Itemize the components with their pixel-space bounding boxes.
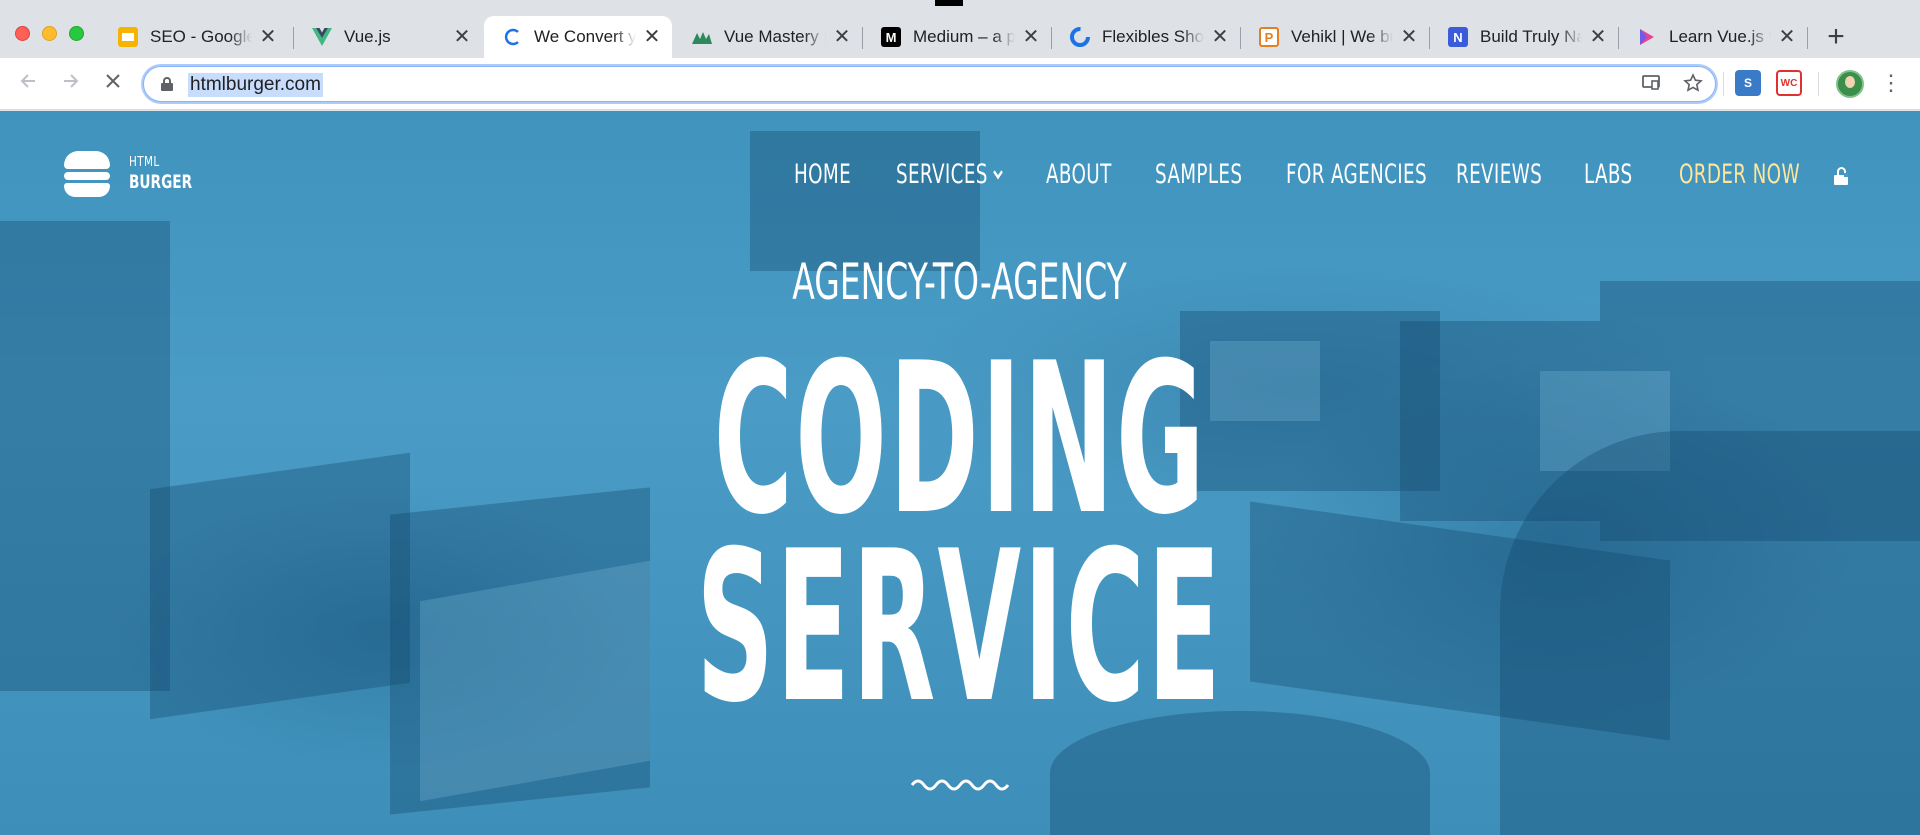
htmlburger-logo[interactable]: HTML BURGER	[64, 151, 194, 201]
hero-section: HTML BURGER HOME SERVICES ABOUT SAMPLES …	[0, 111, 1920, 835]
extension-wc-icon[interactable]: WC	[1776, 70, 1802, 96]
extension-s-icon[interactable]: S	[1735, 70, 1761, 96]
nav-home[interactable]: HOME	[794, 159, 851, 190]
stop-loading-button[interactable]	[99, 70, 127, 98]
tab-title: Build Truly Na	[1480, 27, 1582, 46]
toolbar-divider	[1723, 72, 1724, 96]
scroll-wave-icon[interactable]	[910, 771, 1010, 793]
tab-medium[interactable]: M Medium – a pl ✕	[863, 16, 1051, 58]
tab-learn-vue[interactable]: Learn Vue.js f ✕	[1619, 16, 1807, 58]
medium-icon: M	[881, 27, 901, 47]
tab-title: Flexibles Shop	[1102, 27, 1204, 46]
tab-seo-google[interactable]: SEO - Google ✕	[100, 16, 288, 58]
tab-vue-mastery[interactable]: Vue Mastery | ✕	[674, 16, 862, 58]
back-button[interactable]	[14, 70, 42, 98]
google-slides-icon	[118, 27, 138, 47]
chevron-down-icon	[993, 165, 1003, 180]
hero-kicker: AGENCY-TO-AGENCY	[792, 253, 1128, 311]
tab-nativescript[interactable]: N Build Truly Na ✕	[1430, 16, 1618, 58]
tab-title: Vehikl | We bu	[1291, 27, 1393, 46]
learn-vue-icon	[1637, 27, 1657, 47]
close-icon[interactable]: ✕	[1210, 27, 1230, 47]
close-window-button[interactable]	[15, 26, 30, 41]
nav-services[interactable]: SERVICES	[896, 159, 1003, 190]
toolbar-divider	[1818, 72, 1819, 96]
nav-services-label: SERVICES	[896, 159, 988, 190]
nativescript-icon: N	[1448, 27, 1468, 47]
burger-icon	[64, 151, 110, 169]
camera-notch	[935, 0, 963, 6]
menu-icon[interactable]: ⋮	[1880, 70, 1902, 98]
close-icon[interactable]: ✕	[1021, 27, 1041, 47]
vehikl-icon: P	[1259, 27, 1279, 47]
lock-icon[interactable]	[161, 77, 173, 91]
vue-icon	[312, 27, 332, 47]
close-icon[interactable]: ✕	[642, 27, 662, 47]
arrow-left-icon	[20, 74, 35, 88]
loading-spinner-icon	[502, 27, 522, 47]
tab-title: Medium – a pl	[913, 27, 1015, 46]
vue-mastery-icon	[692, 27, 712, 47]
flexibles-icon	[1070, 27, 1090, 47]
nav-order-now[interactable]: ORDER NOW	[1679, 159, 1800, 190]
profile-avatar[interactable]	[1836, 70, 1864, 98]
tab-strip: SEO - Google ✕ Vue.js ✕ We Convert y ✕ V…	[0, 0, 1920, 58]
logo-text-burger: BURGER	[129, 171, 193, 193]
minimize-window-button[interactable]	[42, 26, 57, 41]
close-icon[interactable]: ✕	[1588, 27, 1608, 47]
tab-htmlburger[interactable]: We Convert y ✕	[484, 16, 672, 58]
browser-toolbar: htmlburger.com	[0, 58, 1920, 110]
new-tab-button[interactable]: +	[1822, 22, 1850, 52]
tab-title: Learn Vue.js f	[1669, 27, 1771, 46]
nav-for-agencies[interactable]: FOR AGENCIES	[1286, 159, 1427, 190]
forward-button[interactable]	[57, 70, 85, 98]
nav-about[interactable]: ABOUT	[1046, 159, 1112, 190]
tab-flexibles[interactable]: Flexibles Shop ✕	[1052, 16, 1240, 58]
unlock-icon[interactable]	[1834, 167, 1848, 185]
maximize-window-button[interactable]	[69, 26, 84, 41]
nav-labs[interactable]: LABS	[1584, 159, 1633, 190]
close-icon[interactable]: ✕	[1399, 27, 1419, 47]
tab-title: SEO - Google	[150, 27, 252, 46]
tab-title: We Convert y	[534, 27, 636, 46]
logo-text-html: HTML	[129, 155, 160, 170]
hero-headline-line2: SERVICE	[696, 507, 1224, 749]
tab-title: Vue Mastery |	[724, 27, 826, 46]
nav-samples[interactable]: SAMPLES	[1155, 159, 1242, 190]
address-bar[interactable]: htmlburger.com	[143, 66, 1716, 102]
bookmark-star-icon[interactable]	[1681, 73, 1705, 97]
close-icon[interactable]: ✕	[452, 27, 472, 47]
nav-reviews[interactable]: REVIEWS	[1456, 159, 1542, 190]
close-icon[interactable]: ✕	[832, 27, 852, 47]
cast-icon[interactable]	[1639, 73, 1663, 97]
arrow-right-icon	[64, 74, 79, 88]
tab-title: Vue.js	[344, 27, 391, 46]
tab-vehikl[interactable]: P Vehikl | We bu ✕	[1241, 16, 1429, 58]
tab-divider	[1807, 27, 1808, 49]
url-text[interactable]: htmlburger.com	[188, 73, 323, 97]
close-icon[interactable]: ✕	[258, 27, 278, 47]
close-icon[interactable]: ✕	[1777, 27, 1797, 47]
tab-vue[interactable]: Vue.js ✕	[294, 16, 482, 58]
stop-icon	[106, 74, 120, 88]
